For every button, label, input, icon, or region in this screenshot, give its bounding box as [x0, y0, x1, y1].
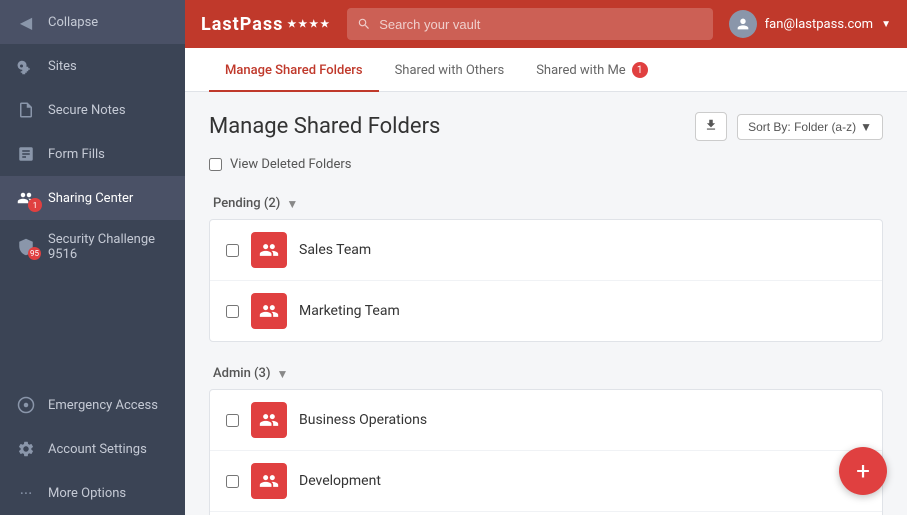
user-dropdown-icon: ▼ — [881, 19, 891, 30]
sidebar-secure-notes-label: Secure Notes — [48, 103, 126, 118]
sidebar-form-fills-label: Form Fills — [48, 147, 105, 162]
pending-label: Pending (2) — [213, 196, 280, 211]
sidebar: ◀ Collapse Sites Secure Notes Form Fills… — [0, 0, 185, 515]
view-deleted-label: View Deleted Folders — [230, 157, 351, 172]
shared-with-me-badge: 1 — [632, 62, 648, 78]
sidebar-account-label: Account Settings — [48, 442, 147, 457]
search-input[interactable] — [379, 17, 702, 32]
pending-section-header[interactable]: Pending (2) ▼ — [209, 188, 883, 219]
tab-shared-with-me[interactable]: Shared with Me 1 — [520, 48, 664, 92]
toolbar-right: Sort By: Folder (a-z) ▼ — [695, 112, 883, 141]
folder-name: Marketing Team — [299, 303, 400, 319]
folder-checkbox[interactable] — [226, 475, 239, 488]
collapse-icon: ◀ — [16, 12, 36, 32]
folder-icon — [251, 232, 287, 268]
sidebar-item-secure-notes[interactable]: Secure Notes — [0, 88, 185, 132]
more-icon: ··· — [16, 483, 36, 503]
sidebar-item-collapse[interactable]: ◀ Collapse — [0, 0, 185, 44]
view-deleted-row: View Deleted Folders — [209, 157, 883, 172]
table-row: Business Operations — [210, 390, 882, 451]
sidebar-more-label: More Options — [48, 486, 126, 501]
tab-shared-with-others[interactable]: Shared with Others — [379, 48, 521, 92]
sort-chevron-icon: ▼ — [860, 120, 872, 134]
sharing-badge: 1 — [28, 198, 42, 212]
admin-folder-list: Business Operations Development General … — [209, 389, 883, 515]
content-area: Manage Shared Folders Shared with Others… — [185, 48, 907, 515]
sidebar-security-label: Security Challenge 9516 — [48, 232, 169, 262]
gear-icon — [16, 439, 36, 459]
folder-name: Business Operations — [299, 412, 427, 428]
sharing-icon: 1 — [16, 188, 36, 208]
security-score-badge: 95 — [28, 247, 41, 260]
sort-button[interactable]: Sort By: Folder (a-z) ▼ — [737, 114, 883, 140]
pending-folder-list: Sales Team Marketing Team — [209, 219, 883, 342]
table-row: Sales Team — [210, 220, 882, 281]
tab-manage-shared-folders[interactable]: Manage Shared Folders — [209, 48, 379, 92]
topbar: LastPass ★★★★ fan@lastpass.com ▼ — [185, 0, 907, 48]
note-icon — [16, 100, 36, 120]
add-icon: + — [856, 457, 870, 485]
folder-name: Development — [299, 473, 381, 489]
page-content: Manage Shared Folders Sort By: Folder (a… — [185, 92, 907, 515]
sidebar-item-account-settings[interactable]: Account Settings — [0, 427, 185, 471]
emergency-icon — [16, 395, 36, 415]
folder-checkbox[interactable] — [226, 414, 239, 427]
folder-name: Sales Team — [299, 242, 371, 258]
page-header: Manage Shared Folders Sort By: Folder (a… — [209, 112, 883, 141]
search-bar[interactable] — [347, 8, 712, 40]
folder-icon — [251, 293, 287, 329]
sidebar-sharing-label: Sharing Center — [48, 191, 133, 206]
key-icon — [16, 56, 36, 76]
sidebar-item-emergency-access[interactable]: Emergency Access — [0, 383, 185, 427]
sidebar-item-sites[interactable]: Sites — [0, 44, 185, 88]
add-folder-button[interactable]: + — [839, 447, 887, 495]
sidebar-item-form-fills[interactable]: Form Fills — [0, 132, 185, 176]
user-menu[interactable]: fan@lastpass.com ▼ — [729, 10, 891, 38]
main-area: LastPass ★★★★ fan@lastpass.com ▼ Manage … — [185, 0, 907, 515]
avatar — [729, 10, 757, 38]
user-email: fan@lastpass.com — [765, 17, 873, 32]
sidebar-item-security-challenge[interactable]: 95 Security Challenge 9516 — [0, 220, 185, 274]
shield-icon: 95 — [16, 237, 36, 257]
form-icon — [16, 144, 36, 164]
folder-icon — [251, 402, 287, 438]
page-title: Manage Shared Folders — [209, 114, 440, 139]
admin-chevron-icon: ▼ — [276, 367, 288, 381]
sidebar-item-more-options[interactable]: ··· More Options — [0, 471, 185, 515]
sidebar-collapse-label: Collapse — [48, 15, 98, 30]
sort-label: Sort By: Folder (a-z) — [748, 120, 856, 134]
sidebar-emergency-label: Emergency Access — [48, 398, 158, 413]
admin-label: Admin (3) — [213, 366, 270, 381]
admin-section-header[interactable]: Admin (3) ▼ — [209, 358, 883, 389]
logo: LastPass ★★★★ — [201, 14, 331, 35]
folder-icon — [251, 463, 287, 499]
folder-checkbox[interactable] — [226, 244, 239, 257]
logo-text: LastPass — [201, 14, 283, 35]
table-row: Development — [210, 451, 882, 512]
sidebar-sites-label: Sites — [48, 59, 77, 74]
tabs: Manage Shared Folders Shared with Others… — [185, 48, 907, 92]
table-row: Marketing Team — [210, 281, 882, 341]
logo-stars: ★★★★ — [287, 19, 331, 30]
sidebar-item-sharing-center[interactable]: 1 Sharing Center — [0, 176, 185, 220]
pending-chevron-icon: ▼ — [286, 197, 298, 211]
folder-checkbox[interactable] — [226, 305, 239, 318]
upload-button[interactable] — [695, 112, 727, 141]
view-deleted-checkbox[interactable] — [209, 158, 222, 171]
search-icon — [357, 17, 371, 31]
